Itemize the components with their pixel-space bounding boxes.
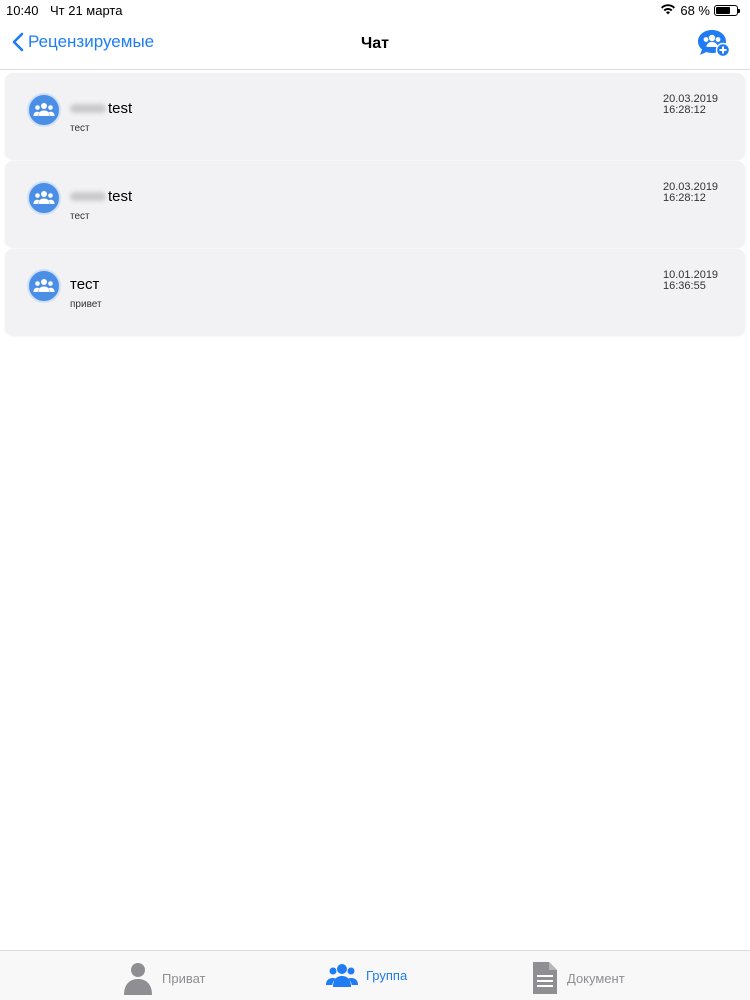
chat-title: test	[70, 100, 132, 117]
add-group-chat-button[interactable]	[696, 28, 732, 65]
chat-item[interactable]: тест привет 10.01.2019 16:36:55	[5, 249, 745, 335]
chat-last-message: тест	[70, 123, 90, 134]
wifi-icon	[660, 3, 676, 18]
chat-title-text: test	[108, 188, 133, 205]
battery-icon	[714, 5, 740, 16]
tab-document[interactable]: Документ	[531, 961, 625, 995]
chat-title-text: тест	[70, 276, 100, 293]
redacted-name	[70, 104, 106, 113]
tab-group[interactable]: Группа	[326, 961, 407, 989]
group-icon	[326, 964, 358, 987]
status-time: 10:40	[6, 3, 39, 18]
chat-timestamp: 10.01.2019 16:36:55	[663, 270, 719, 292]
chat-timestamp: 20.03.2019 16:28:12	[663, 94, 719, 116]
chat-timestamp: 20.03.2019 16:28:12	[663, 182, 719, 204]
tab-private[interactable]: Приват	[122, 961, 206, 995]
chat-item[interactable]: test тест 20.03.2019 16:28:12	[5, 73, 745, 159]
chat-time: 16:28:12	[663, 104, 706, 116]
battery-percent: 68 %	[680, 3, 710, 18]
tab-group-label: Группа	[366, 967, 408, 983]
chat-title: test	[70, 188, 132, 205]
chat-title-text: test	[108, 100, 133, 117]
group-avatar-icon	[27, 181, 61, 215]
chat-item[interactable]: test тест 20.03.2019 16:28:12	[5, 161, 745, 247]
group-avatar-icon	[27, 269, 61, 303]
chat-title: тест	[70, 276, 99, 293]
tab-bar: Приват Группа Документ	[0, 950, 750, 1000]
status-indicators: 68 %	[660, 3, 740, 18]
status-date: Чт 21 марта	[50, 3, 123, 18]
page-title: Чат	[361, 35, 389, 52]
navigation-bar: Рецензируемые Чат	[0, 20, 750, 70]
status-bar: 10:40 Чт 21 марта 68 %	[0, 0, 750, 20]
group-avatar-icon	[27, 93, 61, 127]
redacted-name	[70, 192, 106, 201]
chat-time: 16:36:55	[663, 280, 706, 292]
chat-last-message: привет	[70, 299, 102, 310]
group-add-icon	[698, 30, 731, 58]
battery-level-fill	[716, 7, 730, 14]
tab-document-label: Документ	[567, 970, 625, 986]
chat-list: test тест 20.03.2019 16:28:12 test тест …	[5, 73, 745, 337]
document-icon	[533, 962, 557, 994]
person-icon	[124, 963, 152, 995]
chat-last-message: тест	[70, 211, 90, 222]
tab-private-label: Приват	[162, 970, 206, 986]
chat-time: 16:28:12	[663, 192, 706, 204]
